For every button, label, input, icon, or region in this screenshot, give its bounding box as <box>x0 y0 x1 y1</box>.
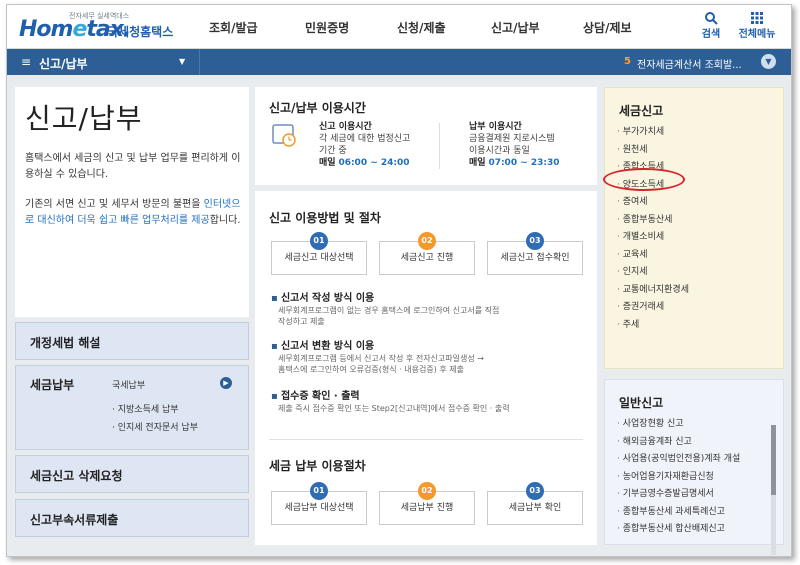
general-filing-title: 일반신고 <box>619 396 664 410</box>
procedure-card: 신고 이용방법 및 절차 세금신고 대상선택 01 세금신고 진행 02 세금신… <box>255 191 597 545</box>
general-item-business-account[interactable]: 사업용(공익법인전용)계좌 개설 <box>617 451 741 469</box>
tax-item-individual-consumption[interactable]: 개별소비세 <box>617 229 689 247</box>
tax-filing-panel: 세금신고 부가가치세 원천세 종합소득세 양도소득세 증여세 종합부동산세 개별… <box>604 87 784 369</box>
nav-item-certificates[interactable]: 민원증명 <box>305 19 349 36</box>
general-filing-panel: 일반신고 사업장현황 신고 해외금융계좌 신고 사업용(공익법인전용)계좌 개설… <box>604 379 784 545</box>
method-file-conversion: ▪ 신고서 변환 방식 이용 세무회계프로그램 등에서 신고서 작성 후 전자신… <box>271 341 484 374</box>
notice-number: 5 <box>624 56 631 67</box>
all-menu-button[interactable]: 전체메뉴 <box>735 11 779 40</box>
hours-title: 신고/납부 이용시간 <box>269 101 366 115</box>
search-icon <box>705 12 718 25</box>
hometax-logo[interactable]: 전자세무 실세역대스 Hometax. 국세청홈택스 <box>19 11 173 43</box>
step-number-badge: 02 <box>418 232 436 250</box>
clock-icon <box>272 124 296 147</box>
arrow-right-icon[interactable]: ▶ <box>220 377 232 389</box>
page-title: 신고/납부 <box>25 102 143 135</box>
general-filing-list: 사업장현황 신고 해외금융계좌 신고 사업용(공익법인전용)계좌 개설 농어업용… <box>617 416 741 539</box>
tax-revision-button[interactable]: 개정세법 해설 <box>15 322 249 360</box>
attachment-submit-button[interactable]: 신고부속서류제출 <box>15 499 249 537</box>
general-item-farming-refund[interactable]: 농어업용기자재환급신청 <box>617 469 740 487</box>
general-item-real-estate-exclusion[interactable]: 종합부동산세 합산배제신고 <box>617 521 740 539</box>
hours-card: 신고/납부 이용시간 신고 이용시간 각 세금에 대한 법정신고 기간 중 매일… <box>255 87 597 185</box>
hours-divider <box>439 123 440 169</box>
step-number-badge: 03 <box>526 232 544 250</box>
delete-request-button[interactable]: 세금신고 삭제요청 <box>15 455 249 493</box>
notice-ticker[interactable]: 전자세금계산서 조회발... <box>637 56 742 71</box>
breadcrumb-bar: ≡ 신고/납부 ▼ 5 전자세금계산서 조회발... ▼ <box>7 49 791 75</box>
tax-item-transport-energy-env[interactable]: 교통에너지환경세 <box>617 282 689 300</box>
general-item-business-status[interactable]: 사업장현황 신고 <box>617 416 740 434</box>
chevron-down-icon[interactable]: ▼ <box>761 54 776 69</box>
method-direct-write: ▪ 신고서 작성 방식 이용 세무회계프로그램이 없는 경우 홈택스에 로그인하… <box>271 293 500 326</box>
step-number-badge: 01 <box>310 232 328 250</box>
browser-frame: 전자세무 실세역대스 Hometax. 국세청홈택스 조회/발급 민원증명 신청… <box>6 4 792 557</box>
tax-item-comprehensive-real-estate[interactable]: 종합부동산세 <box>617 212 689 230</box>
grid-menu-icon <box>751 12 763 24</box>
scrollbar-thumb[interactable] <box>771 425 776 495</box>
procedure-title: 신고 이용방법 및 절차 <box>269 211 381 225</box>
hamburger-icon[interactable]: ≡ <box>21 55 31 69</box>
nav-item-inquiry[interactable]: 조회/발급 <box>209 19 258 36</box>
nav-item-applications[interactable]: 신청/제출 <box>397 19 446 36</box>
tax-filing-list: 부가가치세 원천세 종합소득세 양도소득세 증여세 종합부동산세 개별소비세 교… <box>617 124 689 334</box>
logo-korean: 국세청홈택스 <box>107 25 174 39</box>
intro-text: 홈택스에서 세금의 신고 및 납부 업무를 편리하게 이용하실 수 있습니다. <box>25 153 241 180</box>
breadcrumb-current[interactable]: 신고/납부 <box>39 55 88 72</box>
tax-item-securities-transaction[interactable]: 증권거래세 <box>617 299 689 317</box>
search-label: 검색 <box>701 29 721 40</box>
tax-item-stamp[interactable]: 인지세 <box>617 264 689 282</box>
section-divider <box>269 439 583 440</box>
top-navigation: 전자세무 실세역대스 Hometax. 국세청홈택스 조회/발급 민원증명 신청… <box>7 5 791 49</box>
tax-item-liquor[interactable]: 주세 <box>617 317 689 335</box>
general-item-real-estate-special[interactable]: 종합부동산세 과세특례신고 <box>617 504 740 522</box>
tax-payment-title: 세금납부 <box>30 378 75 392</box>
step-number-badge: 03 <box>526 482 544 500</box>
step-number-badge: 01 <box>310 482 328 500</box>
payment-procedure-title: 세금 납부 이용절차 <box>269 459 366 473</box>
method-receipt-print: ▪ 접수증 확인 · 출력 제출 즉시 접수증 확인 또는 Step2[신고내역… <box>271 391 510 413</box>
tax-filing-title: 세금신고 <box>619 104 664 118</box>
step-number-badge: 02 <box>418 482 436 500</box>
stamp-tax-link[interactable]: · 인지세 전자문서 납부 <box>112 420 198 433</box>
nav-item-consultation[interactable]: 상담/제보 <box>583 19 632 36</box>
filing-hours: 신고 이용시간 각 세금에 대한 법정신고 기간 중 매일 06:00 ~ 24… <box>319 122 411 168</box>
national-tax-payment-link[interactable]: 국세납부 <box>112 378 145 391</box>
tax-item-vat[interactable]: 부가가치세 <box>617 124 689 142</box>
search-button[interactable]: 검색 <box>689 11 733 40</box>
intro-panel: 신고/납부 홈택스에서 세금의 신고 및 납부 업무를 편리하게 이용하실 수 … <box>15 87 249 317</box>
caret-down-icon[interactable]: ▼ <box>179 57 185 66</box>
all-menu-label: 전체메뉴 <box>738 29 776 40</box>
tax-item-gift[interactable]: 증여세 <box>617 194 689 212</box>
tax-item-withholding[interactable]: 원천세 <box>617 142 689 160</box>
nav-item-filing-payment[interactable]: 신고/납부 <box>491 19 540 36</box>
breadcrumb-divider <box>199 49 200 75</box>
tax-payment-panel: 세금납부 국세납부 ▶ · 지방소득세 납부 · 인지세 전자문서 납부 <box>15 365 249 450</box>
general-filing-scrollbar[interactable] <box>771 425 776 555</box>
local-income-tax-link[interactable]: · 지방소득세 납부 <box>112 402 179 415</box>
general-item-overseas-account[interactable]: 해외금융계좌 신고 <box>617 434 740 452</box>
general-item-donation-receipt[interactable]: 기부금영수증발급명세서 <box>617 486 740 504</box>
tax-item-education[interactable]: 교육세 <box>617 247 689 265</box>
intro-text-2: 기존의 서면 신고 및 세무서 방문의 불편을 인터넷으로 대신하여 더욱 쉽고… <box>25 199 241 226</box>
highlight-circle <box>603 168 685 191</box>
payment-hours: 납부 이용시간 금융결제원 지로시스템 이용시간과 동일 매일 07:00 ~ … <box>469 122 560 168</box>
